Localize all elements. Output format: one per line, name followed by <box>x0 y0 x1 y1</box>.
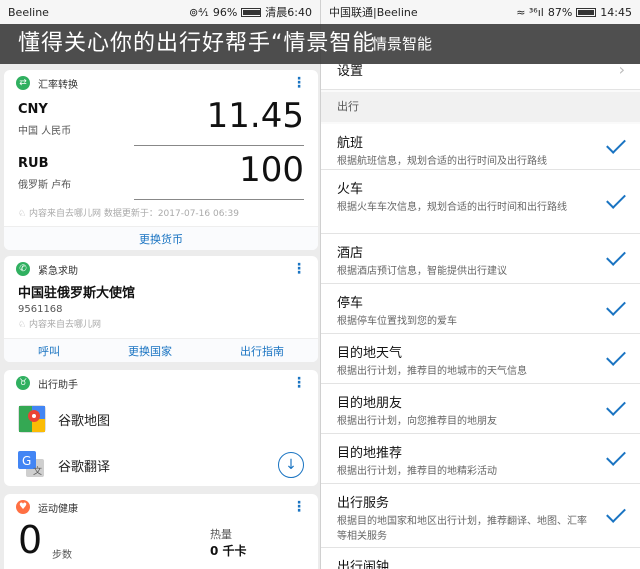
currency-row[interactable]: CNY 中国 人民币 11.45 <box>4 96 318 150</box>
travel-guide-button[interactable]: 出行指南 <box>240 343 284 359</box>
travel-option-row[interactable]: 出行服务根据目的地国家和地区出行计划，推荐翻译、地图、汇率等相关服务 <box>321 484 640 548</box>
travel-option-row[interactable]: 火车根据火车车次信息，规划合适的出行时间和出行路线 <box>321 170 640 234</box>
option-description: 根据目的地国家和地区出行计划，推荐翻译、地图、汇率等相关服务 <box>337 516 587 542</box>
app-google-translate[interactable]: G文 谷歌翻译 ↓ <box>4 442 318 488</box>
more-menu-icon[interactable]: ⋮ <box>292 499 306 515</box>
svg-text:文: 文 <box>33 465 42 477</box>
option-description: 根据酒店预订信息，智能提供出行建议 <box>337 266 507 277</box>
emergency-card: ✆ 紧急求助 ⋮ 中国驻俄罗斯大使馆 9561168 ♘ 内容来自去哪儿网 呼叫… <box>4 256 318 362</box>
carrier-label: Beeline <box>8 5 49 19</box>
currency-amount[interactable]: 100 <box>239 150 304 190</box>
option-title: 停车 <box>337 296 364 311</box>
call-button[interactable]: 呼叫 <box>38 343 60 359</box>
section-header: 出行 <box>321 92 640 122</box>
option-title: 航班 <box>337 136 364 151</box>
option-description: 根据出行计划，向您推荐目的地朋友 <box>337 416 497 427</box>
settings-row[interactable]: 设置 › <box>321 60 640 90</box>
option-title: 火车 <box>337 182 364 197</box>
phone-icon: ✆ <box>16 262 30 276</box>
travel-option-row[interactable]: 酒店根据酒店预订信息，智能提供出行建议 <box>321 234 640 284</box>
signal-icon: ≈ ³⁶ıl <box>516 5 544 19</box>
option-description: 根据航班信息，规划合适的出行时间及出行路线 <box>337 156 547 167</box>
more-menu-icon[interactable]: ⋮ <box>292 375 306 391</box>
travel-option-row[interactable]: 出行闹钟 <box>321 548 640 569</box>
card-title: 运动健康 <box>38 503 78 515</box>
download-icon[interactable]: ↓ <box>278 452 304 478</box>
source-note: 内容来自去哪儿网 <box>28 320 101 330</box>
currency-code: RUB <box>18 156 49 171</box>
card-title: 紧急求助 <box>38 265 78 277</box>
change-country-button[interactable]: 更换国家 <box>128 343 172 359</box>
embassy-phone: 9561168 <box>18 304 63 315</box>
card-title: 汇率转换 <box>38 79 78 91</box>
travel-option-row[interactable]: 目的地推荐根据出行计划，推荐目的地精彩活动 <box>321 434 640 484</box>
more-menu-icon[interactable]: ⋮ <box>292 75 306 91</box>
battery-percent: 96% <box>212 5 238 19</box>
currency-name: 俄罗斯 卢布 <box>18 180 72 191</box>
currency-code: CNY <box>18 102 48 117</box>
travel-option-row[interactable]: 目的地朋友根据出行计划，向您推荐目的地朋友 <box>321 384 640 434</box>
google-maps-icon <box>18 405 46 433</box>
calorie-label: 热量 <box>210 528 232 541</box>
settings-label: 设置 <box>337 64 364 79</box>
camel-icon: ♘ <box>18 320 27 330</box>
option-title: 出行闹钟 <box>337 560 390 569</box>
battery-percent: 87% <box>547 5 573 19</box>
status-bar: 中国联通|Beeline ≈ ³⁶ıl 87% 14:45 <box>321 0 640 24</box>
option-description: 根据出行计划，推荐目的地精彩活动 <box>337 466 497 477</box>
battery-icon <box>576 7 597 17</box>
source-note: 内容来自去哪儿网 数据更新于：2017-07-16 06:39 <box>28 209 239 219</box>
option-description: 根据火车车次信息，规划合适的出行时间和出行路线 <box>337 202 567 213</box>
card-title: 出行助手 <box>38 379 78 391</box>
travel-option-row[interactable]: 停车根据停车位置找到您的爱车 <box>321 284 640 334</box>
exchange-icon: ⇄ <box>16 76 30 90</box>
embassy-name: 中国驻俄罗斯大使馆 <box>18 286 136 301</box>
clock: 14:45 <box>600 5 632 19</box>
google-translate-icon: G文 <box>18 451 46 479</box>
travel-option-row[interactable]: 目的地天气根据出行计划，推荐目的地城市的天气信息 <box>321 334 640 384</box>
app-google-maps[interactable]: 谷歌地图 <box>4 396 318 442</box>
status-bar: Beeline ⊚⁴⁄₁ 96% 清晨6:40 <box>0 0 320 24</box>
svg-text:G: G <box>22 454 31 468</box>
app-name: 谷歌翻译 <box>58 459 111 475</box>
calorie-value: 0 千卡 <box>210 544 247 558</box>
signal-icon: ⊚⁴⁄₁ <box>188 5 209 19</box>
carrier-label: 中国联通|Beeline <box>329 6 418 19</box>
change-currency-button[interactable]: 更换货币 <box>139 231 183 247</box>
currency-name: 中国 人民币 <box>18 126 72 137</box>
steps-label: 步数 <box>52 550 72 561</box>
option-title: 出行服务 <box>337 496 390 511</box>
bag-icon: ♉ <box>16 376 30 390</box>
travel-option-row[interactable]: 航班根据航班信息，规划合适的出行时间及出行路线 <box>321 124 640 170</box>
assistant-card: ♉ 出行助手 ⋮ 谷歌地图 G文 谷歌翻译 ↓ <box>4 370 318 486</box>
page-title: 情景智能 <box>372 35 433 53</box>
option-title: 目的地朋友 <box>337 396 403 411</box>
battery-icon <box>241 7 262 17</box>
more-menu-icon[interactable]: ⋮ <box>292 261 306 277</box>
option-description: 根据停车位置找到您的爱车 <box>337 316 457 327</box>
app-name: 谷歌地图 <box>58 413 111 429</box>
steps-value: 0 <box>18 518 43 562</box>
option-description: 根据出行计划，推荐目的地城市的天气信息 <box>337 366 527 377</box>
camel-icon: ♘ <box>18 209 27 219</box>
caption-banner: 懂得关心你的出行好帮手“情景智能 <box>0 24 640 64</box>
option-title: 目的地天气 <box>337 346 403 361</box>
currency-amount[interactable]: 11.45 <box>207 96 304 136</box>
chevron-right-icon: › <box>618 60 625 79</box>
heart-icon: ♥ <box>16 500 30 514</box>
left-screen: Beeline ⊚⁴⁄₁ 96% 清晨6:40 ⇄ 汇率转换 ⋮ CNY 中国 … <box>0 0 320 569</box>
health-card: ♥ 运动健康 ⋮ 0 步数 热量 0 千卡 <box>4 494 318 569</box>
right-screen: 中国联通|Beeline ≈ ³⁶ıl 87% 14:45 设置 › 出行 航班… <box>320 0 640 569</box>
clock: 清晨6:40 <box>265 6 312 19</box>
exchange-card: ⇄ 汇率转换 ⋮ CNY 中国 人民币 11.45 RUB 俄罗斯 卢布 100… <box>4 70 318 250</box>
currency-row[interactable]: RUB 俄罗斯 卢布 100 <box>4 150 318 204</box>
option-title: 酒店 <box>337 246 364 261</box>
option-title: 目的地推荐 <box>337 446 403 461</box>
